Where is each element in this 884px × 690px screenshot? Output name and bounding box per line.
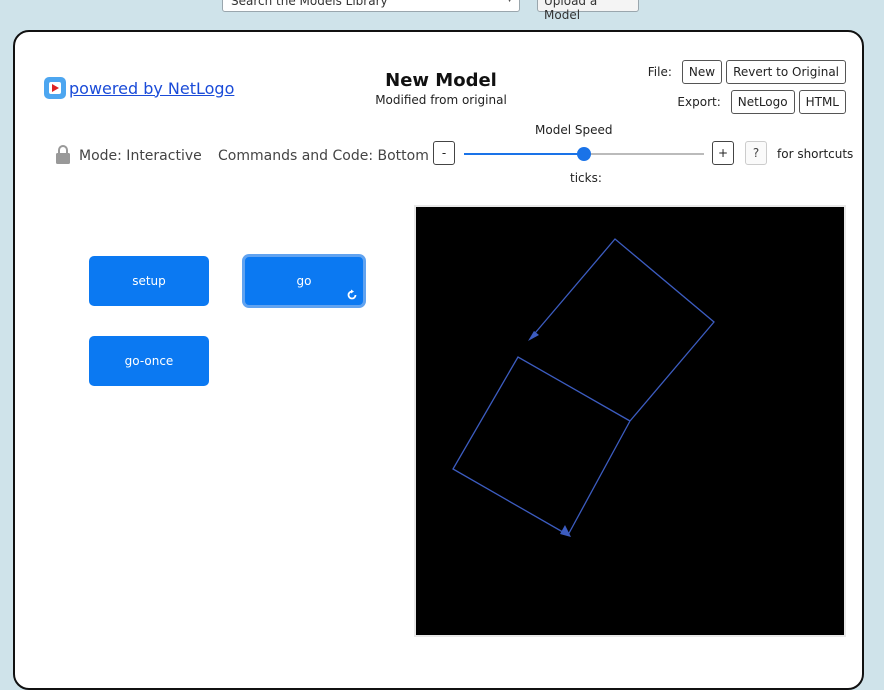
revert-button[interactable]: Revert to Original: [726, 60, 846, 84]
speed-decrease-button[interactable]: -: [433, 141, 455, 165]
brand: powered by NetLogo: [44, 77, 234, 99]
powered-by-link[interactable]: powered by NetLogo: [69, 79, 234, 98]
model-title[interactable]: New Model: [335, 70, 547, 91]
shortcuts-label: for shortcuts: [777, 147, 854, 161]
models-search-placeholder: Search the Models Library: [231, 0, 388, 8]
export-row: Export: NetLogo HTML: [677, 90, 846, 114]
setup-button-label: setup: [132, 274, 166, 288]
forever-icon: [347, 289, 357, 300]
speed-slider[interactable]: [464, 147, 704, 161]
top-strip: Search the Models Library ▼ Upload a Mod…: [0, 0, 884, 22]
turtle-trail-upper: [529, 238, 715, 422]
speed-slider-fill: [464, 153, 584, 155]
go-once-button-label: go-once: [124, 354, 174, 368]
mode-label[interactable]: Mode: Interactive: [79, 148, 202, 164]
go-once-button[interactable]: go-once: [89, 336, 209, 386]
go-button-label: go: [296, 274, 312, 288]
turtle-trail-connector: [452, 356, 631, 536]
ticks-label: ticks:: [570, 171, 602, 185]
turtle-arrowhead-upper: [528, 331, 539, 341]
lock-icon[interactable]: [55, 144, 71, 164]
netlogo-logo-icon: [44, 77, 66, 99]
upload-model-button[interactable]: Upload a Model: [537, 0, 639, 22]
file-row: File: New Revert to Original: [648, 60, 846, 84]
turtle-trail-lower-edge: [567, 420, 631, 536]
speed-slider-thumb[interactable]: [577, 147, 591, 161]
speed-slider-track: [584, 153, 704, 155]
export-label: Export:: [677, 95, 721, 109]
models-library-search[interactable]: Search the Models Library ▼: [222, 0, 520, 12]
turtle-trails: [452, 238, 715, 537]
file-label: File:: [647, 65, 672, 79]
speed-increase-button[interactable]: +: [712, 141, 734, 165]
export-netlogo-button[interactable]: NetLogo: [730, 90, 795, 114]
world-view[interactable]: [414, 205, 846, 637]
go-button[interactable]: go: [242, 254, 366, 308]
shortcuts-help-button[interactable]: ?: [745, 141, 767, 165]
model-subtitle: Modified from original: [375, 93, 507, 107]
new-button[interactable]: New: [681, 60, 723, 84]
commands-code-position[interactable]: Commands and Code: Bottom: [218, 148, 429, 164]
export-html-button[interactable]: HTML: [798, 90, 846, 114]
model-speed-label: Model Speed: [535, 123, 613, 137]
model-panel: powered by NetLogo New Model Modified fr…: [13, 30, 864, 690]
title-block: New Model Modified from original: [335, 70, 547, 107]
setup-button[interactable]: setup: [89, 256, 209, 306]
dropdown-arrow-icon: ▼: [506, 0, 513, 4]
